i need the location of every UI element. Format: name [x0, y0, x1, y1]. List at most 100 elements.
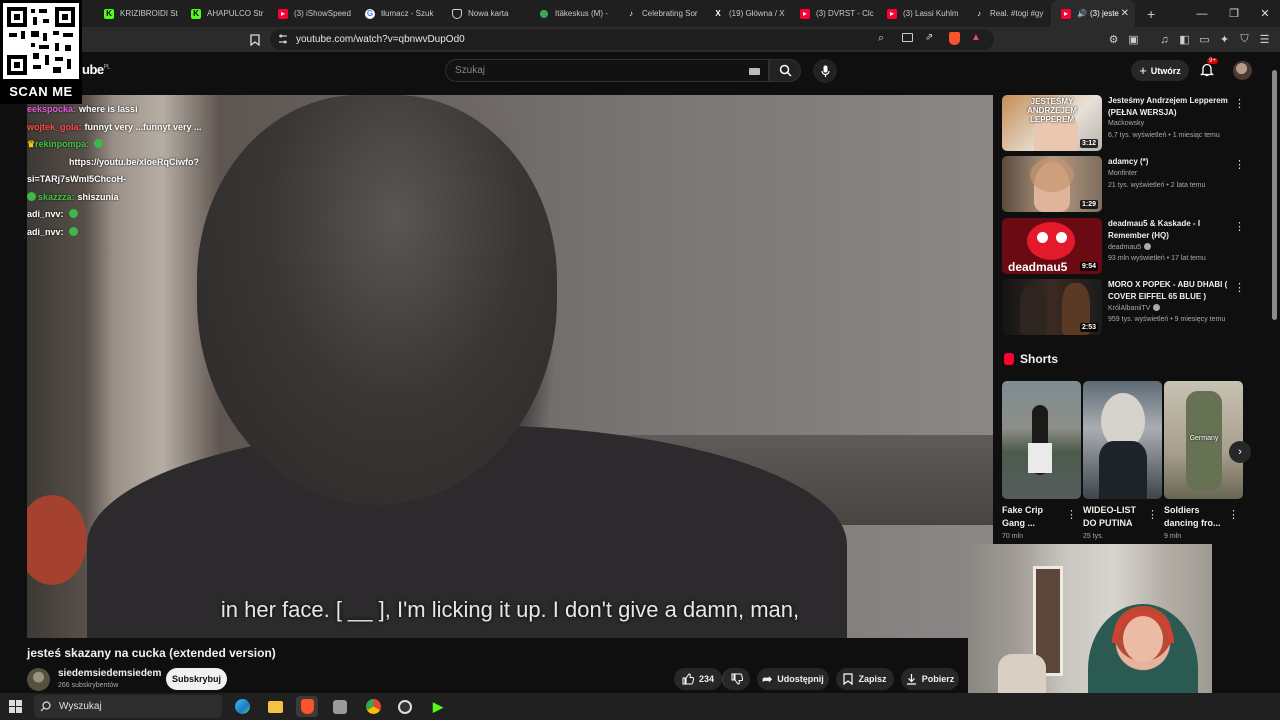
- bell-icon: [1199, 63, 1215, 77]
- more-options-icon[interactable]: ⋮: [1234, 281, 1245, 294]
- browser-tab[interactable]: K AHAPULCO Str: [181, 0, 268, 27]
- browser-tab[interactable]: ♪ Celebrating Sor: [616, 0, 703, 27]
- browser-tab[interactable]: X (19) Główna / X: [703, 0, 790, 27]
- google-icon: G: [365, 8, 375, 19]
- like-count: 234: [698, 674, 715, 684]
- browser-tab[interactable]: Nowa karta: [442, 0, 529, 27]
- close-tab-icon[interactable]: ✕: [1121, 8, 1129, 19]
- more-options-icon[interactable]: ⋮: [1228, 508, 1239, 521]
- keyboard-icon[interactable]: [749, 68, 760, 75]
- channel-name[interactable]: KrólAlbaniiTV: [1108, 305, 1150, 312]
- restore-icon[interactable]: ❐: [1219, 0, 1249, 27]
- account-avatar[interactable]: [1233, 61, 1252, 80]
- shorts-next-button[interactable]: ›: [1229, 441, 1251, 463]
- screenshot-icon[interactable]: ▣: [1126, 32, 1141, 47]
- brave-rewards-icon[interactable]: ▲: [971, 32, 981, 43]
- video-meta: 6,7 tys. wyświetleń • 1 miesiąc temu: [1108, 132, 1220, 139]
- browser-tab[interactable]: ▸ (3) Lassi Kuhlm: [877, 0, 964, 27]
- chat-text: si=TARj7sWmI5ChcoH-: [27, 174, 127, 184]
- youtube-logo[interactable]: ubePL: [82, 62, 110, 77]
- sidebar-icon[interactable]: ◧: [1177, 32, 1192, 47]
- windows-start-icon[interactable]: [9, 700, 22, 713]
- kick-app-icon[interactable]: ▶: [427, 696, 449, 717]
- download-button[interactable]: Pobierz: [901, 668, 959, 690]
- video-title[interactable]: deadmau5 & Kaskade - I Remember (HQ): [1108, 218, 1230, 241]
- more-options-icon[interactable]: ⋮: [1066, 508, 1077, 521]
- video-title[interactable]: Jesteśmy Andrzejem Lepperem (PEŁNA WERSJ…: [1108, 95, 1230, 118]
- browser-tab[interactable]: ▸ (3) iShowSpeed: [268, 0, 355, 27]
- scrollbar-thumb[interactable]: [1272, 70, 1277, 320]
- save-button[interactable]: Zapisz: [836, 668, 894, 690]
- bookmark-icon[interactable]: [247, 32, 262, 47]
- share-page-icon[interactable]: ⇗: [925, 32, 933, 43]
- recommended-video[interactable]: deadmau5 9:54 deadmau5 & Kaskade - I Rem…: [1002, 218, 1252, 274]
- app-icon[interactable]: [329, 696, 351, 717]
- youtube-icon: ▸: [800, 8, 810, 19]
- site-info-icon[interactable]: [278, 33, 288, 48]
- browser-tab[interactable]: ▸ (3) DVRST - Clc: [790, 0, 877, 27]
- obs-icon[interactable]: [394, 696, 416, 717]
- video-thumbnail[interactable]: deadmau5 9:54: [1002, 218, 1102, 274]
- video-thumbnail[interactable]: 1:29: [1002, 156, 1102, 212]
- tiktok-icon: ♪: [629, 9, 633, 18]
- channel-avatar[interactable]: [27, 668, 50, 691]
- voice-search-button[interactable]: [813, 59, 837, 83]
- browser-tab[interactable]: Gtłumacz - Szuk: [355, 0, 442, 27]
- close-window-icon[interactable]: ✕: [1250, 0, 1280, 27]
- file-explorer-icon[interactable]: [264, 696, 286, 717]
- video-thumbnail[interactable]: JESTEŚMY ANDRZEJEM LEPPEREM 3:12: [1002, 95, 1102, 151]
- short-title[interactable]: WIDEO-LIST DO PUTINA: [1083, 504, 1147, 530]
- microphone-icon: [820, 65, 830, 77]
- search-input[interactable]: Szukaj: [445, 59, 769, 82]
- chat-text: funnyt very ...funnyt very ...: [84, 121, 202, 132]
- short-title[interactable]: Soldiers dancing fro...: [1164, 504, 1228, 530]
- channel-line: deadmau5: [1108, 243, 1152, 251]
- browser-tab[interactable]: ♪ Real. #togi #gy: [964, 0, 1051, 27]
- recommended-video[interactable]: 2:53 MORO X POPEK - ABU DHABI ( COVER EI…: [1002, 279, 1252, 335]
- minimize-icon[interactable]: —: [1187, 0, 1217, 27]
- browser-tab[interactable]: K KRIZIBROIDI St: [94, 0, 181, 27]
- short-thumbnail[interactable]: Germany: [1164, 381, 1243, 499]
- leo-ai-icon[interactable]: ✦: [1217, 32, 1232, 47]
- short-thumbnail[interactable]: [1083, 381, 1162, 499]
- address-bar[interactable]: youtube.com/watch?v=qbnwvDupOd0 ⌕ ⇗ ▲: [270, 29, 994, 50]
- brave-shields-icon[interactable]: [949, 32, 960, 45]
- share-button[interactable]: ➦ Udostępnij: [757, 668, 829, 690]
- browser-tab-active[interactable]: ▸ 🔊 (3) jeste ✕: [1051, 0, 1135, 27]
- search-icon: [40, 701, 51, 712]
- zoom-icon[interactable]: ⌕: [878, 32, 884, 45]
- video-title[interactable]: MORO X POPEK - ABU DHABI ( COVER EIFFEL …: [1108, 279, 1230, 302]
- brave-icon[interactable]: [296, 696, 318, 717]
- install-app-icon[interactable]: [902, 33, 913, 42]
- menu-icon[interactable]: ☰: [1257, 32, 1272, 47]
- wallet-icon[interactable]: ▭: [1197, 32, 1212, 47]
- subscribe-button[interactable]: Subskrybuj: [166, 668, 227, 690]
- channel-name[interactable]: siedemsiedemsiedem: [58, 668, 161, 679]
- video-thumbnail[interactable]: 2:53: [1002, 279, 1102, 335]
- more-options-icon[interactable]: ⋮: [1234, 97, 1245, 110]
- chrome-icon[interactable]: [362, 696, 384, 717]
- taskbar-search[interactable]: Wyszukaj: [34, 695, 222, 718]
- more-options-icon[interactable]: ⋮: [1147, 508, 1158, 521]
- extensions-icon[interactable]: ⚙: [1106, 32, 1121, 47]
- media-controls-icon[interactable]: ♫: [1157, 32, 1172, 47]
- recommended-video[interactable]: 1:29 adamcy (*) Monfinter 21 tys. wyświe…: [1002, 156, 1252, 212]
- short-title[interactable]: Fake Crip Gang ...: [1002, 504, 1066, 530]
- search-button[interactable]: [769, 59, 801, 82]
- dislike-button[interactable]: [722, 668, 750, 690]
- browser-tab[interactable]: ⬤ Itäkeskus (M) -: [529, 0, 616, 27]
- new-tab-button[interactable]: +: [1147, 6, 1155, 22]
- edge-icon[interactable]: [231, 696, 253, 717]
- channel-name[interactable]: deadmau5: [1108, 244, 1141, 251]
- vpn-shield-icon[interactable]: ⛉: [1237, 32, 1252, 47]
- recommended-video[interactable]: JESTEŚMY ANDRZEJEM LEPPEREM 3:12 Jesteśm…: [1002, 95, 1252, 151]
- channel-name[interactable]: Monfinter: [1108, 170, 1137, 177]
- like-button[interactable]: 234: [674, 668, 722, 690]
- create-button[interactable]: + Utwórz: [1131, 60, 1189, 81]
- short-thumbnail[interactable]: [1002, 381, 1081, 499]
- more-options-icon[interactable]: ⋮: [1234, 220, 1245, 233]
- more-options-icon[interactable]: ⋮: [1234, 158, 1245, 171]
- notifications-button[interactable]: 9+: [1199, 58, 1218, 78]
- channel-name[interactable]: Maćkowsky: [1108, 120, 1144, 127]
- video-title[interactable]: adamcy (*): [1108, 156, 1230, 168]
